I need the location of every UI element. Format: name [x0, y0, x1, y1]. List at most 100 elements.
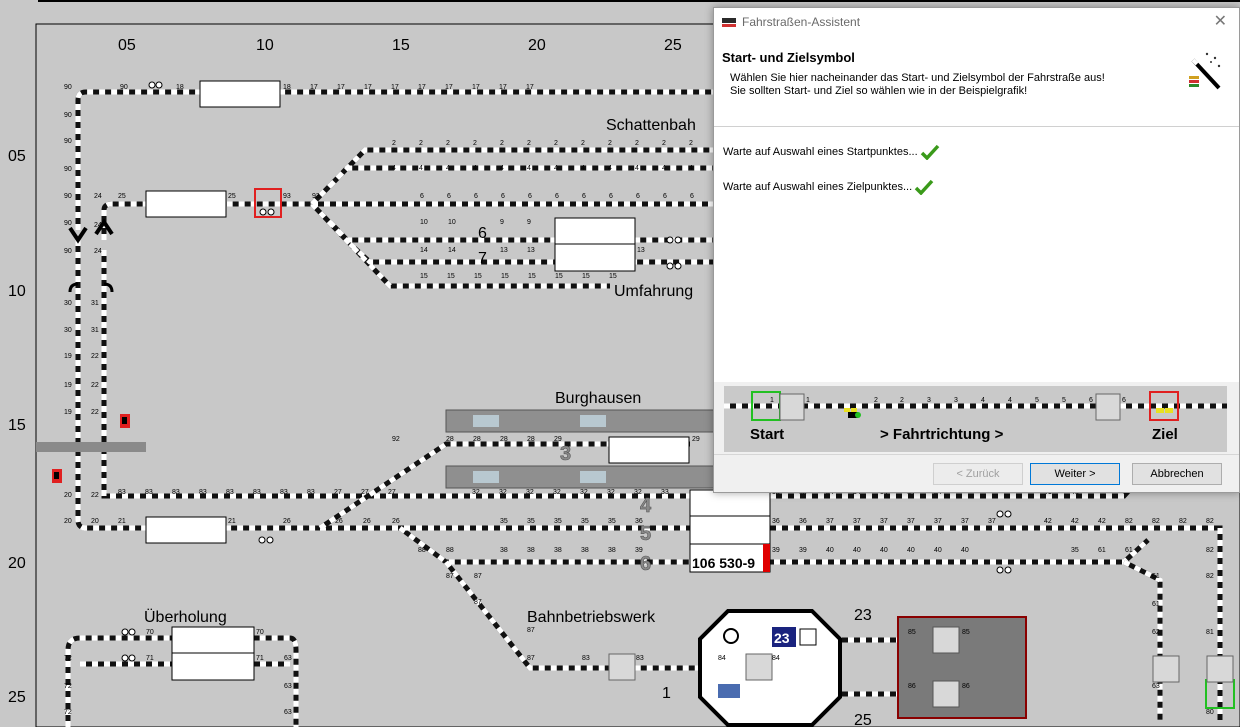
checkmark-icon [914, 179, 934, 195]
section-id: 72 [64, 655, 72, 662]
status-start-text: Warte auf Auswahl eines Startpunktes... [723, 146, 918, 158]
status-start: Warte auf Auswahl eines Startpunktes... [723, 144, 940, 160]
section-id: 17 [499, 84, 507, 91]
section-id: 26 [335, 518, 343, 525]
section-id: 36 [635, 518, 643, 525]
column-label-20: 20 [528, 37, 546, 54]
back-button[interactable]: < Zurück [933, 463, 1023, 485]
example-label-ziel: Ziel [1152, 426, 1178, 443]
train-number: 106 530-9 [692, 555, 755, 571]
section-id: 38 [581, 547, 589, 554]
section-id: 87 [446, 573, 454, 580]
column-label-05: 05 [118, 37, 136, 54]
route-wizard-dialog: Fahrstraßen-Assistent ✕ Start- und Ziels… [713, 7, 1240, 493]
example-section-id: 2 [874, 397, 878, 404]
example-section-id: 2 [900, 397, 904, 404]
section-id: 24 [94, 248, 102, 255]
section-id: 18 [283, 84, 291, 91]
description-line-1: Wählen Sie hier nacheinander das Start- … [730, 72, 1105, 84]
section-id: 90 [64, 138, 72, 145]
section-id: 2 [419, 140, 423, 147]
section-id: 30 [64, 327, 72, 334]
example-label-start: Start [750, 426, 785, 443]
section-id: 4 [581, 165, 585, 172]
section-id: 42 [1098, 518, 1106, 525]
column-label-15: 15 [392, 37, 410, 54]
section-id: 35 [527, 518, 535, 525]
example-section-id: 4 [981, 397, 985, 404]
section-id: 87 [474, 599, 482, 606]
section-id: 2 [392, 140, 396, 147]
wizard-heading: Start- und Zielsymbol [722, 50, 855, 65]
section-id: 21 [118, 518, 126, 525]
section-id: 22 [91, 353, 99, 360]
column-label-25: 25 [664, 37, 682, 54]
section-id: 28 [446, 436, 454, 443]
section-id: 19 [64, 353, 72, 360]
section-id: 83 [307, 489, 315, 496]
wizard-body: Warte auf Auswahl eines Startpunktes... … [714, 127, 1239, 382]
example-section-id: 4 [1008, 397, 1012, 404]
section-id: 32 [553, 489, 561, 496]
section-id: 29 [692, 436, 700, 443]
section-id: 21 [228, 518, 236, 525]
section-id: 42 [1071, 518, 1079, 525]
track-number-1: 1 [662, 685, 671, 702]
section-id: 13 [500, 247, 508, 254]
description-line-2: Sie sollten Start- und Ziel so wählen wi… [730, 85, 1028, 97]
section-id: 27 [388, 489, 396, 496]
section-id: 10 [420, 219, 428, 226]
section-id: 37 [907, 518, 915, 525]
section-id: 29 [554, 436, 562, 443]
section-id: 83 [145, 489, 153, 496]
checkmark-icon [920, 144, 939, 160]
section-id: 6 [636, 193, 640, 200]
section-id: 40 [826, 547, 834, 554]
section-id: 18 [176, 84, 184, 91]
section-id: 82 [1125, 518, 1133, 525]
section-id: 82 [1206, 547, 1214, 554]
section-id: 87 [527, 627, 535, 634]
section-id: 17 [337, 84, 345, 91]
section-id: 15 [582, 273, 590, 280]
section-id: 84 [772, 655, 780, 662]
section-id: 37 [934, 518, 942, 525]
section-id: 37 [880, 518, 888, 525]
label-ueberholung: Überholung [144, 608, 227, 626]
section-id: 90 [64, 112, 72, 119]
example-graphic: 1 1 2 2 3 3 4 4 5 5 6 6 Start > Fahrtrichtung > Zie… [724, 386, 1227, 452]
section-id: 6 [528, 193, 532, 200]
section-id: 32 [634, 489, 642, 496]
section-id: 63 [284, 655, 292, 662]
section-id: 4 [689, 165, 693, 172]
status-ziel: Warte auf Auswahl eines Zielpunktes... [723, 179, 934, 195]
section-id: 40 [853, 547, 861, 554]
section-id: 4 [527, 165, 531, 172]
section-id: 61 [1152, 573, 1160, 580]
next-button[interactable]: Weiter > [1030, 463, 1120, 485]
section-id: 63 [284, 709, 292, 716]
section-id: 6 [609, 193, 613, 200]
track-number-3: 3 [560, 443, 571, 465]
close-icon[interactable]: ✕ [1214, 11, 1227, 31]
wizard-footer: < Zurück Weiter > Abbrechen [714, 454, 1239, 493]
cancel-button[interactable]: Abbrechen [1132, 463, 1222, 485]
section-id: 6 [501, 193, 505, 200]
section-id: 90 [120, 84, 128, 91]
title-bar[interactable]: Fahrstraßen-Assistent ✕ [714, 8, 1239, 36]
section-id: 19 [64, 409, 72, 416]
section-id: 40 [934, 547, 942, 554]
section-id: 6 [582, 193, 586, 200]
turntable[interactable]: 23 [698, 609, 842, 727]
section-id: 26 [363, 518, 371, 525]
section-id: 88 [418, 547, 426, 554]
section-id: 4 [392, 165, 396, 172]
section-id: 84 [718, 655, 726, 662]
section-id: 83 [172, 489, 180, 496]
section-id: 4 [554, 165, 558, 172]
section-id: 86 [908, 683, 916, 690]
section-id: 83 [582, 655, 590, 662]
section-id: 83 [636, 655, 644, 662]
section-id: 20 [64, 518, 72, 525]
section-id: 83 [199, 489, 207, 496]
